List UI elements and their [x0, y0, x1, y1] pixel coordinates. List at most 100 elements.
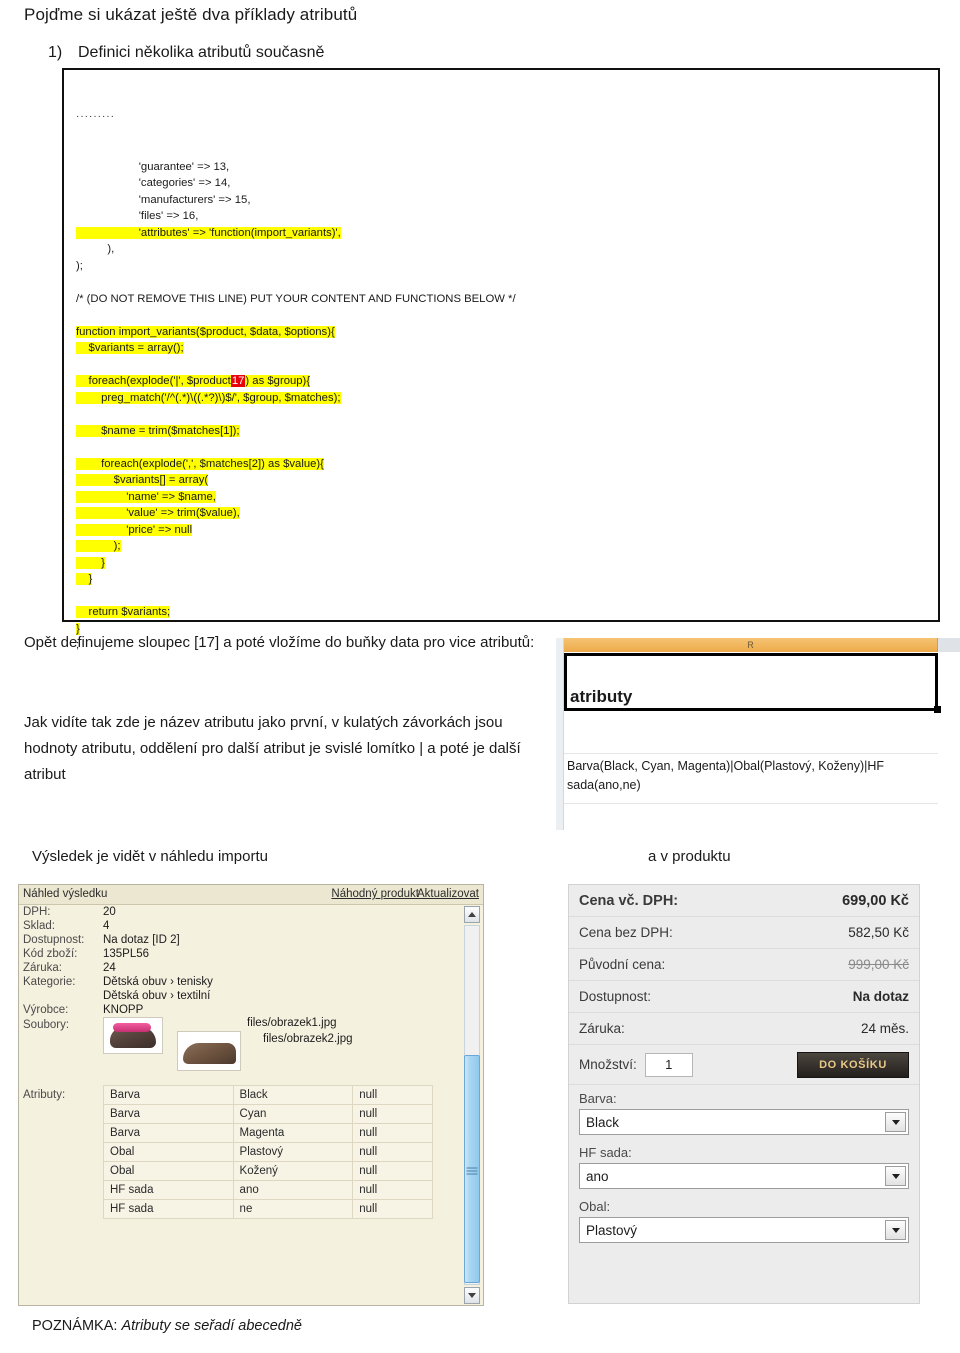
- code-highlight: 'name' => $name,: [76, 490, 216, 503]
- table-cell: null: [352, 1123, 433, 1143]
- select-dropdown-button[interactable]: [885, 1220, 906, 1240]
- code-highlight: }: [76, 573, 93, 585]
- scrollbar-thumb[interactable]: [464, 1055, 480, 1283]
- preview-field-label: Výrobce:: [23, 1004, 69, 1016]
- preview-files-section: Soubory: files/obrazek1.jpg files/obraze…: [19, 1017, 461, 1081]
- spreadsheet-empty-row[interactable]: [564, 714, 938, 754]
- spreadsheet-screenshot: R atributy Barva(Black, Cyan, Magenta)|O…: [556, 638, 960, 830]
- quantity-input[interactable]: 1: [644, 1052, 693, 1077]
- spreadsheet-row-gutter: [556, 638, 564, 830]
- preview-field-label: Kód zboží:: [23, 948, 78, 960]
- table-row: Barva Cyan null: [103, 1104, 433, 1124]
- preview-field-row: Dětská obuv › textilní: [19, 989, 461, 1003]
- preview-field-value: 20: [103, 906, 116, 918]
- add-to-cart-button[interactable]: DO KOŠÍKU: [797, 1051, 909, 1078]
- caption-product: a v produktu: [648, 848, 731, 865]
- code-line: 'guarantee' => 13,: [76, 160, 230, 173]
- preview-scrollbar[interactable]: [461, 905, 483, 1305]
- product-variant-selects: Barva: Black HF sada: ano Obal: Plastový: [569, 1085, 919, 1247]
- random-product-link[interactable]: Náhodný produkt: [331, 888, 419, 900]
- chevron-down-icon: [891, 1227, 900, 1233]
- scroll-down-button[interactable]: [464, 1287, 480, 1304]
- preview-field-label: Dostupnost:: [23, 934, 85, 946]
- table-cell: Barva: [103, 1123, 234, 1143]
- preview-field-label: Sklad:: [23, 920, 55, 932]
- paragraph-attribute-syntax: Jak vidíte tak zde je název atributu jak…: [24, 714, 521, 783]
- table-row: Obal Plastový null: [103, 1142, 433, 1162]
- attributes-label: Atributy:: [23, 1089, 66, 1101]
- product-price-row: Dostupnost: Na dotaz: [569, 981, 919, 1013]
- quantity-label: Množství:: [579, 1057, 637, 1072]
- code-highlight: preg_match('/^(.*)\((.*?)\)$/', $group, …: [76, 391, 341, 404]
- attributes-table: Barva Black null Barva Cyan null Barva Magenta n…: [103, 1085, 433, 1219]
- chevron-down-icon: [891, 1119, 900, 1125]
- preview-body: DPH: 20 Sklad: 4 Dostupnost: Na dotaz [ID 2] K…: [19, 905, 461, 1305]
- spreadsheet-active-cell[interactable]: atributy: [564, 653, 938, 711]
- section-number: 1): [48, 44, 63, 61]
- code-highlight: return $variants;: [76, 606, 171, 618]
- scrollbar-grip-icon: [466, 1166, 478, 1175]
- spreadsheet-data-cell[interactable]: Barva(Black, Cyan, Magenta)|Obal(Plastov…: [564, 754, 938, 804]
- product-price-label: Záruka:: [579, 1021, 625, 1036]
- file-thumbnail-2[interactable]: [177, 1031, 241, 1071]
- table-cell: null: [352, 1085, 433, 1105]
- code-line: foreach(explode(',', $matches[2]) as $va…: [76, 456, 938, 473]
- product-variant-field: HF sada: ano: [569, 1139, 919, 1193]
- product-price-row: Cena vč. DPH: 699,00 Kč: [569, 885, 919, 917]
- preview-field-value: 24: [103, 962, 116, 974]
- select-dropdown-button[interactable]: [885, 1166, 906, 1186]
- product-detail-panel: Cena vč. DPH: 699,00 Kč Cena bez DPH: 582,5…: [568, 884, 920, 1304]
- code-highlight: foreach(explode('|', $product: [76, 375, 231, 387]
- code-highlight: 'value' => trim($value),: [76, 507, 240, 519]
- table-row: Barva Black null: [103, 1085, 433, 1105]
- code-line: }: [76, 555, 938, 572]
- table-cell: null: [352, 1199, 433, 1219]
- chevron-down-icon: [468, 1293, 476, 1298]
- table-cell: Cyan: [232, 1104, 354, 1124]
- table-cell: null: [352, 1142, 433, 1162]
- code-line: $name = trim($matches[1]);: [76, 423, 938, 440]
- table-cell: Plastový: [232, 1142, 354, 1162]
- preview-field-value: 135PL56: [103, 948, 150, 960]
- file-name-2: files/obrazek2.jpg: [263, 1033, 353, 1045]
- table-cell: Barva: [103, 1104, 234, 1124]
- code-line: 'manufacturers' => 15,: [76, 193, 251, 206]
- refresh-link[interactable]: Aktualizovat: [417, 888, 479, 900]
- note-prefix: POZNÁMKA:: [32, 1318, 122, 1334]
- variant-selected-value: Plastový: [586, 1222, 638, 1238]
- preview-title: Náhled výsledku: [23, 888, 108, 900]
- code-highlight: 'attributes' => 'function(import_variant…: [76, 226, 341, 239]
- table-cell: Obal: [103, 1142, 234, 1162]
- variant-select[interactable]: Plastový: [579, 1217, 909, 1243]
- preview-field-value: Na dotaz [ID 2]: [103, 934, 180, 946]
- table-row: HF sada ne null: [103, 1199, 433, 1219]
- preview-field-label: DPH:: [23, 906, 51, 918]
- product-price-label: Dostupnost:: [579, 989, 652, 1004]
- preview-field-row: Kód zboží: 135PL56: [19, 947, 461, 961]
- select-dropdown-button[interactable]: [885, 1112, 906, 1132]
- table-cell: Black: [232, 1085, 354, 1105]
- table-cell: Kožený: [232, 1161, 354, 1181]
- spreadsheet-fill-handle[interactable]: [934, 706, 941, 713]
- code-highlight: function import_variants($product, $data…: [76, 325, 335, 338]
- preview-field-row: Záruka: 24: [19, 961, 461, 975]
- spreadsheet-column-header[interactable]: R: [564, 638, 938, 652]
- chevron-down-icon: [891, 1173, 900, 1179]
- variant-select[interactable]: Black: [579, 1109, 909, 1135]
- variant-label: Barva:: [579, 1091, 617, 1106]
- scroll-up-button[interactable]: [464, 906, 480, 923]
- preview-field-value: Dětská obuv › textilní: [103, 990, 211, 1002]
- code-line: $variants[] = array(: [76, 472, 938, 489]
- code-line: foreach(explode('|', $product17) as $gro…: [76, 373, 938, 390]
- paragraph-column-definition: Opět definujeme sloupec [17] a poté vlož…: [24, 634, 535, 651]
- table-row: HF sada ano null: [103, 1180, 433, 1200]
- spreadsheet-trailing-row[interactable]: [564, 804, 938, 830]
- preview-field-label: Kategorie:: [23, 976, 76, 988]
- code-line: 'files' => 16,: [76, 210, 199, 222]
- code-line: 'price' => null: [76, 522, 938, 539]
- variant-select[interactable]: ano: [579, 1163, 909, 1189]
- file-thumbnail-1[interactable]: [103, 1017, 163, 1054]
- code-line: return $variants;: [76, 604, 938, 621]
